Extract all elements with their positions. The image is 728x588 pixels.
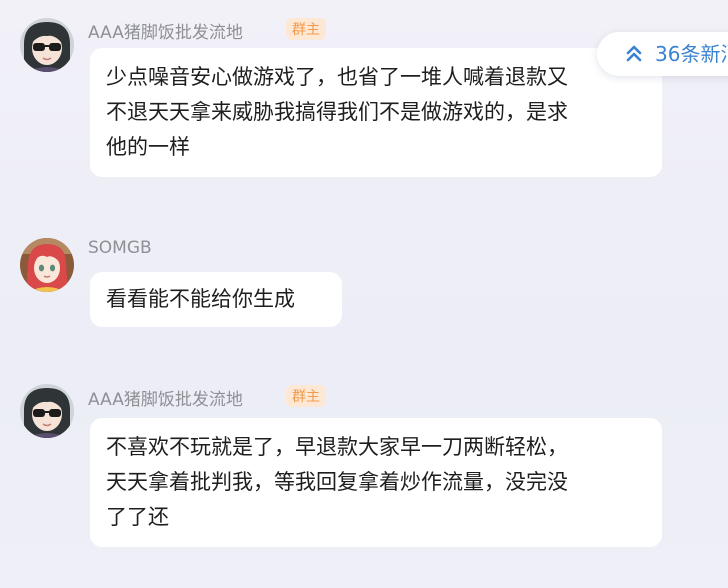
message-line: 了了还 [106,505,169,529]
red-hair-girl-avatar-image [20,238,74,292]
sunglasses-girl-avatar-image [20,18,74,72]
message-line: 看看能不能给你生成 [106,287,295,311]
message-line: 少点噪音安心做游戏了，也省了一堆人喊着退款又 [106,65,568,89]
avatar[interactable] [20,238,74,292]
message-line: 不喜欢不玩就是了，早退款大家早一刀两断轻松， [106,435,568,459]
message-line: 不退天天拿来威胁我搞得我们不是做游戏的，是求 [106,100,568,124]
new-messages-button[interactable]: 36条新消息 [597,32,728,76]
message-line: 他的一样 [106,135,190,159]
message-bubble[interactable]: 少点噪音安心做游戏了，也省了一堆人喊着退款又 不退天天拿来威胁我搞得我们不是做游… [90,48,662,177]
sunglasses-girl-avatar-image [20,384,74,438]
sender-name[interactable]: AAA猪脚饭批发流地 [88,385,243,410]
owner-badge: 群主 [286,385,326,407]
new-messages-label: 36条新消息 [655,42,728,66]
avatar[interactable] [20,384,74,438]
message-bubble[interactable]: 看看能不能给你生成 [90,272,342,327]
message-line: 天天拿着批判我，等我回复拿着炒作流量，没完没 [106,470,568,494]
message-bubble[interactable]: 不喜欢不玩就是了，早退款大家早一刀两断轻松， 天天拿着批判我，等我回复拿着炒作流… [90,418,662,547]
sender-name[interactable]: AAA猪脚饭批发流地 [88,18,243,43]
sender-name[interactable]: SOMGB [88,238,152,258]
owner-badge: 群主 [286,18,326,40]
double-chevron-up-icon [626,45,642,62]
avatar[interactable] [20,18,74,72]
